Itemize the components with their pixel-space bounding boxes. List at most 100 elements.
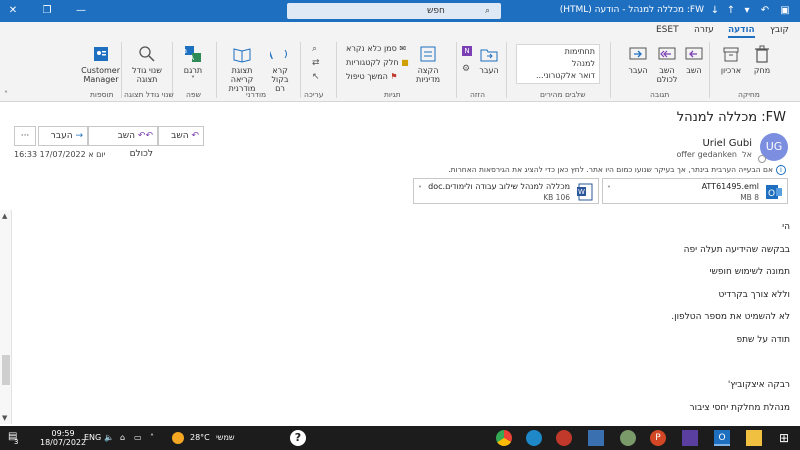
delete-label: מחק <box>753 66 771 75</box>
sender-name[interactable]: Uriel Gubi <box>702 138 752 149</box>
down-arrow-icon[interactable]: ↓ <box>708 4 722 18</box>
file-explorer-icon[interactable] <box>746 430 762 446</box>
outlook-icon[interactable]: O <box>714 430 730 446</box>
weather-temp[interactable]: 28°C <box>190 433 210 442</box>
vertical-scrollbar[interactable]: ▲ ▼ <box>0 210 12 424</box>
search-placeholder: חפש <box>427 6 445 16</box>
move-group-label: הזזה <box>470 90 485 99</box>
zoom-button[interactable]: שנוי גודל תצוגה <box>128 44 166 84</box>
collapse-ribbon-icon[interactable]: ˄ <box>4 90 8 99</box>
weather-sun-icon[interactable] <box>172 432 184 444</box>
edge-icon[interactable] <box>526 430 542 446</box>
move-folder-icon <box>480 49 498 62</box>
restore-window-button[interactable]: ❐ <box>40 4 54 18</box>
quick-step-email[interactable]: דואר אלקטרוני... <box>536 71 595 80</box>
clock-date: 18/07/2022 <box>40 438 87 447</box>
reply-all-icon <box>658 47 676 60</box>
delete-button[interactable]: מחק <box>750 44 774 75</box>
read-aloud-button[interactable]: A קרא בקול רם <box>266 44 294 93</box>
divider <box>610 42 611 98</box>
tab-file[interactable]: קובץ <box>770 25 789 35</box>
archive-button[interactable]: ארכיון <box>716 44 746 75</box>
body-line: לא להשמיט את מספר הטלפון. <box>671 312 790 322</box>
select-icon[interactable]: ↖ <box>312 72 320 82</box>
minimize-window-button[interactable]: — <box>74 4 88 18</box>
translate-label: תרגם <box>183 66 203 75</box>
translate-button[interactable]: aA תרגם ˅ <box>180 44 206 84</box>
chevron-down-icon[interactable]: ˅ <box>607 185 611 194</box>
scroll-up-icon[interactable]: ▲ <box>2 212 7 220</box>
app-icon[interactable] <box>556 430 572 446</box>
reply-button[interactable]: השב <box>682 44 706 75</box>
tab-eset[interactable]: ESET <box>656 25 679 35</box>
forward-action-button[interactable]: → העבר <box>38 126 88 146</box>
reply-all-button[interactable]: השב לכולם <box>652 44 682 84</box>
scroll-down-icon[interactable]: ▼ <box>2 414 7 422</box>
app-icon[interactable] <box>682 430 698 446</box>
divider <box>300 42 301 98</box>
mark-unread-button[interactable]: ✉ סמן כלא נקרא <box>346 44 406 53</box>
followup-button[interactable]: ⚑ המשך טיפול <box>346 72 398 81</box>
more-actions-button[interactable]: ··· <box>14 126 36 146</box>
message-date: יום א 17/07/2022 16:33 <box>14 150 106 159</box>
app-icon[interactable] <box>588 430 604 446</box>
presence-indicator <box>758 155 766 163</box>
powerpoint-icon[interactable]: P <box>650 430 666 446</box>
reply-all-action-button[interactable]: ↶↶ השב לכולם <box>88 126 158 159</box>
network-icon[interactable]: ⌂ <box>120 433 125 442</box>
undo-icon[interactable]: ↶ <box>758 4 772 18</box>
attachment-eml[interactable]: O ATT61495.eml 8 MB ˅ <box>602 178 788 204</box>
up-arrow-icon[interactable]: ↑ <box>724 4 738 18</box>
svg-text:A: A <box>270 48 273 63</box>
battery-icon[interactable]: ▭ <box>134 433 142 442</box>
category-icon: ■ <box>401 58 409 67</box>
clock[interactable]: 09:59 18/07/2022 <box>40 429 86 447</box>
forward-button[interactable]: העבר <box>624 44 652 75</box>
attachment-doc[interactable]: W מכללה למנהל שילוב עבודה ולימודים.doc 1… <box>413 178 599 204</box>
svg-text:a: a <box>183 47 187 55</box>
forward-label: העבר <box>628 66 648 75</box>
assign-policy-button[interactable]: הקצה מדיניות <box>414 44 442 84</box>
weather-desc[interactable]: שמשי <box>216 433 235 442</box>
immersive-reader-icon <box>233 48 251 63</box>
ribbon: מחק ארכיון מחיקה השב השב לכולם העבר תגוב… <box>0 40 800 102</box>
scroll-thumb[interactable] <box>2 355 10 385</box>
help-icon[interactable]: ? <box>290 430 306 446</box>
language-group-label: שפה <box>186 90 201 99</box>
find-icon[interactable]: ⌕ <box>312 44 317 54</box>
translate-icon: aA <box>183 46 201 62</box>
addin-group-label: תוספות <box>90 90 114 99</box>
quick-step-signatures[interactable]: תחתימות <box>565 47 595 56</box>
save-icon[interactable]: ▣ <box>778 4 792 18</box>
svg-text:W: W <box>578 188 585 196</box>
customer-manager-button[interactable]: Customer Manager <box>81 44 120 84</box>
tray-overflow-icon[interactable]: ˄ <box>150 433 154 442</box>
rules-icon[interactable]: ⚙ <box>462 64 470 74</box>
onenote-icon[interactable]: N <box>462 46 472 56</box>
chrome-icon[interactable] <box>496 430 512 446</box>
app-icon[interactable] <box>620 430 636 446</box>
flag-icon: ⚑ <box>390 72 398 81</box>
attachment-size: 106 KB <box>543 193 570 202</box>
close-window-button[interactable]: ✕ <box>6 4 20 18</box>
tab-message[interactable]: הודעה <box>728 25 755 38</box>
chevron-down-icon[interactable]: ˅ <box>418 185 422 194</box>
customer-manager-label: Customer Manager <box>81 66 120 84</box>
word-doc-icon: W <box>577 183 593 201</box>
customize-qat-icon[interactable]: ▾ <box>740 4 754 18</box>
tab-help[interactable]: עזרה <box>694 25 714 35</box>
reply-action-button[interactable]: ↶ השב <box>158 126 204 146</box>
windows-start-icon[interactable]: ⊞ <box>776 430 792 446</box>
zoom-label: שנוי גודל תצוגה <box>132 66 162 84</box>
categorize-button[interactable]: ■ חלק לקטגוריות <box>346 58 409 67</box>
language-indicator[interactable]: ENG <box>84 433 101 442</box>
search-input[interactable]: חפש ⌕ <box>287 3 501 19</box>
svg-text:A: A <box>189 54 194 62</box>
related-icon[interactable]: ⇄ <box>312 58 320 68</box>
move-button[interactable]: העבר <box>476 44 502 75</box>
recipient[interactable]: offer gedanken <box>676 150 737 159</box>
immersive-reader-button[interactable]: תצוגת קריאה מודרנית <box>222 44 262 93</box>
info-bar[interactable]: iאם הבעייה הערבית בינתר, אך בעיקר שנועו … <box>448 165 786 175</box>
quick-step-to-manager[interactable]: למנהל <box>572 59 595 68</box>
volume-icon[interactable]: 🔈 <box>104 433 114 442</box>
